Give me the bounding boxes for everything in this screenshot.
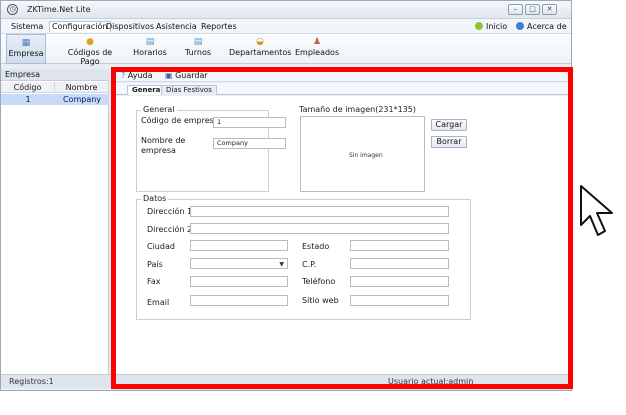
- chevron-down-icon: ▼: [279, 261, 284, 268]
- ribbon-horarios-label: Horarios: [133, 48, 167, 57]
- ayuda-button[interactable]: ? Ayuda: [121, 70, 153, 81]
- help-icon: ?: [121, 71, 126, 80]
- maximize-button[interactable]: □: [525, 4, 540, 15]
- cp-input[interactable]: [350, 258, 449, 269]
- row-codigo: 1: [25, 95, 31, 104]
- home-icon: [475, 22, 483, 30]
- sitio-web-label: Sitio web: [302, 296, 339, 305]
- inicio-label: Inicio: [486, 22, 508, 31]
- nombre-label: Nombre de empresa: [141, 136, 186, 155]
- cp-label: C.P.: [302, 260, 317, 269]
- company-list-panel: Empresa Código Nombre 1 Company: [1, 69, 109, 379]
- nombre-input[interactable]: Company: [213, 138, 286, 149]
- pais-select[interactable]: ▼: [190, 258, 288, 269]
- pais-label: País: [147, 260, 163, 269]
- estado-label: Estado: [302, 242, 330, 251]
- fax-label: Fax: [147, 277, 161, 286]
- acerca-label: Acerca de: [527, 22, 567, 31]
- current-user: Usuario actual:admin: [388, 377, 474, 386]
- close-button[interactable]: ✕: [542, 4, 557, 15]
- status-bar: Registros:1 Usuario actual:admin: [1, 374, 571, 388]
- guardar-label: Guardar: [175, 71, 208, 80]
- borrar-button[interactable]: Borrar: [431, 136, 467, 148]
- acerca-link[interactable]: Acerca de: [516, 21, 567, 32]
- info-icon: [516, 22, 524, 30]
- estado-input[interactable]: [350, 240, 449, 251]
- calendar-icon: ▤: [145, 37, 155, 47]
- column-header-nombre[interactable]: Nombre: [55, 82, 109, 93]
- inicio-link[interactable]: Inicio: [475, 21, 507, 32]
- cargar-button[interactable]: Cargar: [431, 119, 467, 131]
- window-title: ZKTime.Net Lite: [27, 5, 91, 14]
- datos-legend: Datos: [141, 194, 169, 203]
- save-icon: ▣: [165, 71, 173, 80]
- email-label: Email: [147, 298, 170, 307]
- email-input[interactable]: [190, 295, 288, 306]
- menu-asistencia[interactable]: Asistencia: [154, 21, 199, 32]
- ribbon-empleados-label: Empleados: [295, 48, 340, 57]
- direccion2-input[interactable]: [190, 223, 449, 234]
- coin-icon: ●: [86, 37, 94, 47]
- fax-input[interactable]: [190, 276, 288, 287]
- direccion1-input[interactable]: [190, 206, 449, 217]
- telefono-input[interactable]: [350, 276, 449, 287]
- menu-dispositivos[interactable]: Dispositivos: [104, 21, 156, 32]
- building-icon: ▦: [21, 38, 31, 48]
- employees-icon: ♟: [312, 37, 322, 47]
- ribbon-codigos-button[interactable]: ● Códigos de Pago: [58, 34, 122, 66]
- tab-strip: General Días Festivos: [115, 83, 571, 95]
- direccion1-label: Dirección 1: [147, 207, 193, 216]
- mouse-pointer-icon: [580, 185, 613, 236]
- ribbon-empresa-button[interactable]: ▦ Empresa: [6, 34, 46, 64]
- codigo-label: Código de empresa: [141, 116, 219, 125]
- ribbon-turnos-button[interactable]: ▤ Turnos: [182, 34, 214, 64]
- shift-calendar-icon: ▤: [193, 37, 203, 47]
- general-legend: General: [141, 105, 177, 114]
- telefono-label: Teléfono: [302, 277, 336, 286]
- title-bar: ◷ ZKTime.Net Lite – □ ✕: [1, 1, 571, 19]
- ribbon-codigos-label: Códigos de Pago: [67, 48, 113, 66]
- menu-sistema[interactable]: Sistema: [9, 21, 45, 32]
- guardar-button[interactable]: ▣ Guardar: [165, 70, 208, 81]
- ayuda-label: Ayuda: [127, 71, 153, 80]
- row-nombre: Company: [62, 95, 102, 104]
- direccion2-label: Dirección 2: [147, 225, 193, 234]
- sitio-web-input[interactable]: [350, 295, 449, 306]
- ribbon-toolbar: ▦ Empresa ● Códigos de Pago ▤ Horarios ▤…: [1, 34, 571, 66]
- panel-title: Empresa: [1, 69, 109, 81]
- ribbon-departamentos-button[interactable]: ◒ Departamentos: [229, 34, 291, 64]
- menu-bar: Sistema Configuración Dispositivos Asist…: [1, 19, 571, 34]
- ciudad-input[interactable]: [190, 240, 288, 251]
- no-image-text: Sin imagen: [349, 152, 383, 159]
- minimize-button[interactable]: –: [508, 4, 523, 15]
- codigo-input[interactable]: 1: [213, 117, 286, 128]
- table-row[interactable]: 1 Company: [1, 94, 109, 105]
- ribbon-turnos-label: Turnos: [184, 48, 212, 57]
- company-form: General Código de empresa 1 Nombre de em…: [115, 96, 571, 374]
- tab-dias-festivos[interactable]: Días Festivos: [161, 85, 217, 95]
- ribbon-empresa-label: Empresa: [8, 49, 44, 58]
- menu-reportes[interactable]: Reportes: [199, 21, 239, 32]
- menu-configuracion[interactable]: Configuración: [49, 21, 111, 32]
- record-count: Registros:1: [9, 377, 54, 386]
- column-header-codigo[interactable]: Código: [1, 82, 55, 93]
- company-logo-box[interactable]: Sin imagen: [300, 116, 425, 192]
- ciudad-label: Ciudad: [147, 242, 175, 251]
- image-size-label: Tamaño de imagen(231*135): [299, 105, 416, 114]
- app-window: ◷ ZKTime.Net Lite – □ ✕ Sistema Configur…: [0, 0, 572, 391]
- ribbon-empleados-button[interactable]: ♟ Empleados: [295, 34, 339, 64]
- ribbon-horarios-button[interactable]: ▤ Horarios: [129, 34, 171, 64]
- app-clock-icon: ◷: [7, 4, 18, 15]
- department-icon: ◒: [256, 37, 264, 47]
- ribbon-departamentos-label: Departamentos: [229, 48, 292, 57]
- form-toolbar: ? Ayuda ▣ Guardar: [115, 69, 571, 82]
